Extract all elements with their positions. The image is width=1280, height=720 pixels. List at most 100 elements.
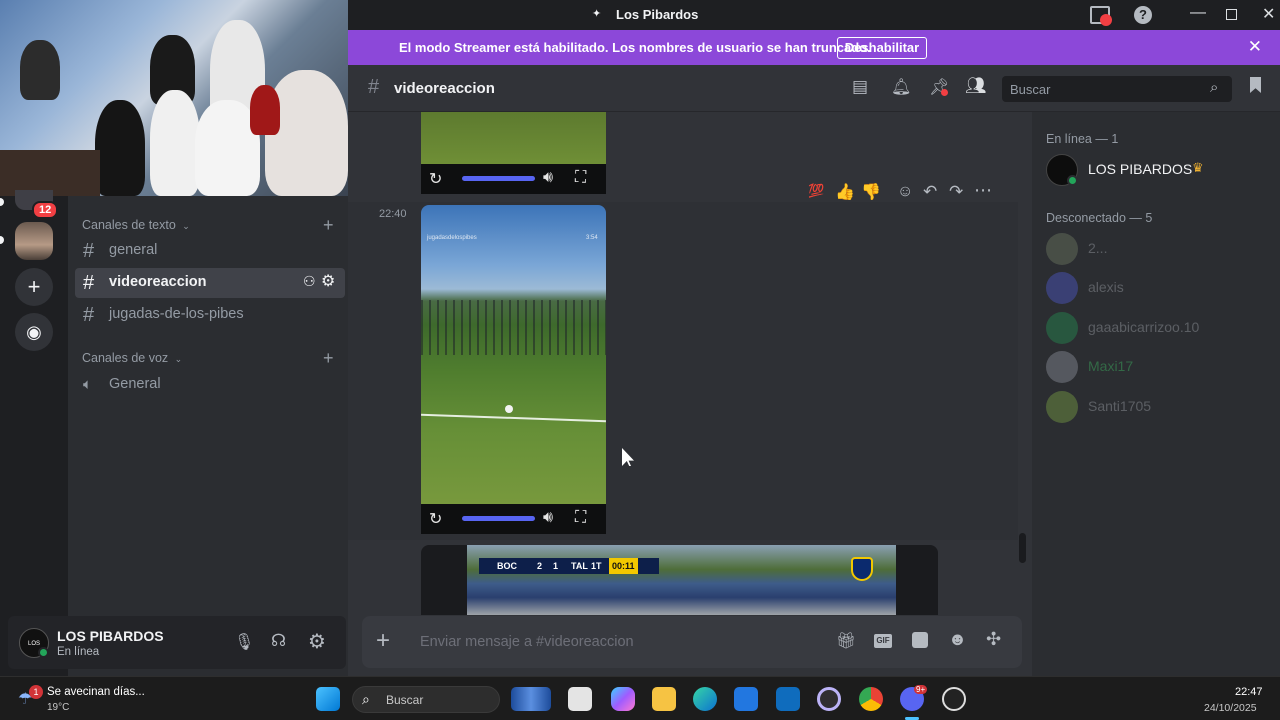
video-attachment[interactable] [421,112,606,164]
record-app-icon[interactable] [942,687,966,711]
member-row[interactable]: Maxi17 [1046,349,1276,385]
channel-jugadas-de-los-pibes[interactable]: # jugadas-de-los-pibes [75,300,345,330]
help-icon[interactable]: ? [1134,6,1152,24]
online-header: En línea — 1 [1046,132,1119,146]
server-rail: 12 + ◉ [0,190,68,676]
taskbar-search[interactable]: ⌕ Buscar [352,686,500,713]
reply-icon[interactable]: ↶ [923,182,937,202]
close-window-icon[interactable]: ✕ [1262,4,1275,24]
search-input[interactable]: Buscar [1010,82,1050,97]
channel-header: # videoreaccion ▤ 🔔︎ 📌︎ 👥︎ Buscar ⌕ [348,65,1280,112]
gift-icon[interactable]: 🎁︎ [836,631,856,651]
title-bar: ✦ Los Pibardos ? — ✕ [348,0,1280,30]
hash-icon: # [83,240,95,262]
member-row[interactable]: 2... [1046,231,1276,267]
add-reaction-icon[interactable]: ☺ [897,183,913,201]
bell-icon[interactable]: 🔔︎ [891,77,911,97]
channel-general[interactable]: # general [75,236,345,266]
temperature: 19°C [47,702,70,713]
member-list: En línea — 1 LOS PIBARDOS ♛ Desconectado… [1032,112,1280,676]
progress-bar[interactable] [462,516,535,521]
message-composer: + Enviar mensaje a #videoreaccion 🎁︎ GIF… [362,616,1022,668]
headphones-icon[interactable]: ☊ [271,631,286,651]
server-pill [0,236,4,244]
close-icon[interactable]: ✕ [1248,37,1262,57]
volume-icon[interactable]: 🔊︎ [543,509,553,527]
microphone-icon[interactable]: 🎙︎ [234,632,254,652]
store-icon[interactable] [734,687,758,711]
emoji-icon[interactable]: ☻ [948,629,967,650]
volume-icon[interactable]: 🔊︎ [543,169,553,187]
team1-label: BOC [497,561,517,571]
edge-icon[interactable] [693,687,717,711]
minimize-icon[interactable]: — [1190,4,1206,22]
members-icon[interactable]: 👥︎ [965,76,987,96]
maximize-icon[interactable] [1226,9,1237,20]
attach-plus-icon[interactable]: + [376,627,390,655]
thumbs-up-icon[interactable]: 👍 [835,182,855,202]
disable-streamer-button[interactable]: Deshabilitar [837,37,927,59]
thumbs-down-icon[interactable]: 👎 [861,182,881,202]
message-timestamp: 22:40 [379,208,407,220]
settings-gear-icon[interactable]: ⚙ [308,629,326,654]
add-server-icon[interactable]: + [15,268,53,306]
bookmark-icon[interactable] [1250,77,1261,93]
fullscreen-icon[interactable]: ⛶ [575,509,586,527]
hash-icon: # [368,76,380,98]
server-icon-los-pibardos[interactable] [15,222,53,260]
team2-label: TAL [571,561,588,571]
avatar [1046,312,1078,344]
app-logo-icon: ✦ [592,8,602,20]
replay-icon[interactable]: ↻ [429,509,442,529]
task-view-icon[interactable] [568,687,592,711]
add-channel-icon[interactable]: + [323,348,334,369]
progress-bar[interactable] [462,176,535,181]
avatar [1046,391,1078,423]
more-icon[interactable]: ⋯ [974,180,992,201]
team1-score: 2 [537,561,543,571]
date[interactable]: 24/10/2025 [1204,702,1257,714]
video-attachment[interactable]: jugadasdelospibes 3:54 [421,205,606,505]
replay-icon[interactable]: ↻ [429,169,442,189]
member-row[interactable]: Santi1705 [1046,389,1276,425]
voice-channels-category[interactable]: Canales de voz ⌄ + [82,348,334,368]
search-box[interactable]: Buscar ⌕ [1002,76,1232,102]
voice-channel-general[interactable]: 🔈︎ General [75,370,345,400]
server-pill [0,198,4,206]
threads-icon[interactable]: ▤ [852,77,868,97]
scoreboard: BOC 2 1 TAL 1T 00:11 [479,558,659,574]
widgets-icon[interactable] [511,687,551,711]
gif-icon[interactable]: GIF [874,634,892,648]
pin-badge [941,89,948,96]
weather-badge: 1 [29,685,43,699]
outlook-icon[interactable] [776,687,800,711]
gear-icon[interactable]: ⚙ [321,271,335,291]
member-row[interactable]: gaaabicarrizoo.10 [1046,310,1276,346]
member-name: LOS PIBARDOS [1088,161,1193,177]
file-explorer-icon[interactable] [652,687,676,711]
invite-icon[interactable]: ⚇ [303,273,316,290]
streamer-mode-banner: El modo Streamer está habilitado. Los no… [348,30,1280,65]
chrome-icon[interactable] [859,687,883,711]
time[interactable]: 22:47 [1235,686,1263,698]
weather-text[interactable]: Se avecinan días... [47,686,145,698]
add-channel-icon[interactable]: + [323,215,334,236]
discover-icon[interactable]: ◉ [15,313,53,351]
offline-header: Desconectado — 5 [1046,211,1153,225]
reaction-100-icon[interactable]: 💯 [808,183,824,199]
message-input[interactable]: Enviar mensaje a #videoreaccion [420,634,634,650]
copilot-icon[interactable] [611,687,635,711]
windows-start-icon[interactable] [316,687,340,711]
text-channels-category[interactable]: Canales de texto ⌄ + [82,215,334,235]
sticker-icon[interactable] [912,632,928,648]
fullscreen-icon[interactable]: ⛶ [575,169,586,187]
member-row[interactable]: LOS PIBARDOS ♛ [1046,152,1276,188]
chat-scrollbar[interactable] [1019,533,1026,563]
member-row[interactable]: alexis [1046,270,1276,306]
forward-icon[interactable]: ↷ [949,182,963,202]
apps-icon[interactable]: ✣ [986,629,1001,650]
channel-videoreaccion[interactable]: # videoreaccion ⚇ ⚙ [75,268,345,298]
obs-icon[interactable] [817,687,841,711]
video-attachment[interactable]: BOC 2 1 TAL 1T 00:11 [421,545,938,615]
speaker-icon: 🔈︎ [83,376,93,393]
